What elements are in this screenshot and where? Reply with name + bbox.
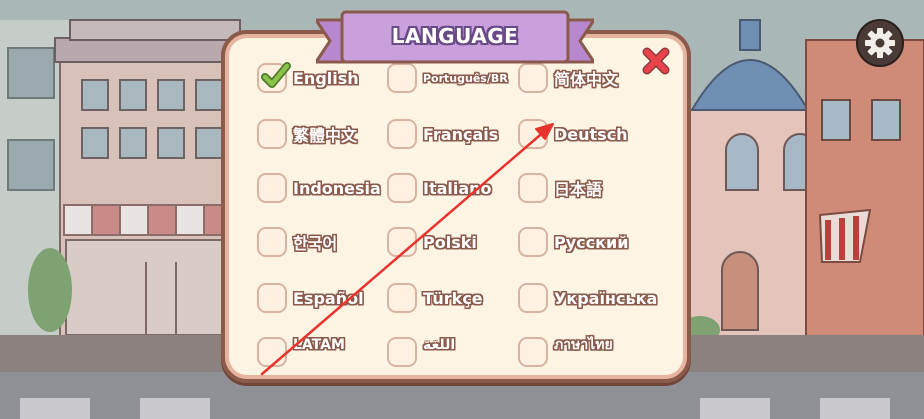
language-checkbox[interactable]	[518, 119, 548, 149]
language-option-indonesia[interactable]: Indonesia	[257, 171, 381, 205]
checkmark-icon	[261, 62, 291, 88]
language-option-latam[interactable]: LATAM	[257, 335, 345, 369]
language-checkbox[interactable]	[257, 173, 287, 203]
language-option-polski[interactable]: Polski	[387, 225, 477, 259]
language-option-japanese[interactable]: 日本語	[518, 171, 602, 205]
language-option-turkce[interactable]: Türkçe	[387, 281, 483, 315]
language-checkbox[interactable]	[257, 227, 287, 257]
language-label: ภาษาไทย	[554, 336, 613, 353]
language-label: English	[293, 68, 359, 88]
language-label: Italiano	[423, 178, 492, 198]
language-checkbox[interactable]	[387, 337, 417, 367]
language-label: Polski	[423, 232, 477, 252]
language-label: Português/BR	[423, 71, 508, 85]
language-checkbox[interactable]	[518, 337, 548, 367]
language-checkbox[interactable]	[518, 173, 548, 203]
language-checkbox[interactable]	[387, 227, 417, 257]
language-checkbox[interactable]	[518, 227, 548, 257]
language-option-thai[interactable]: ภาษาไทย	[518, 335, 613, 369]
language-checkbox[interactable]	[257, 283, 287, 313]
language-option-arabic[interactable]: اللغة	[387, 335, 455, 369]
language-option-espanol[interactable]: Español	[257, 281, 364, 315]
language-dialog: English Português/BR 简体中文 繁體中文 Français Deuts…	[221, 30, 691, 383]
language-checkbox[interactable]	[387, 283, 417, 313]
dialog-title: LANGUAGE	[391, 24, 519, 48]
language-checkbox[interactable]	[387, 119, 417, 149]
language-label: 日本語	[554, 180, 603, 199]
language-label: Indonesia	[293, 178, 381, 198]
language-option-francais[interactable]: Français	[387, 117, 498, 151]
language-label: 繁體中文	[293, 126, 358, 145]
language-option-italiano[interactable]: Italiano	[387, 171, 492, 205]
close-x-icon	[642, 47, 670, 75]
language-label: 한국어	[293, 234, 338, 253]
title-banner: LANGUAGE	[316, 10, 594, 70]
language-option-ukrainian[interactable]: Українська	[518, 281, 657, 315]
settings-button[interactable]	[855, 18, 905, 68]
close-button[interactable]	[641, 46, 671, 76]
language-label: Deutsch	[554, 124, 628, 144]
language-label: Español	[293, 288, 364, 308]
language-label: Français	[423, 124, 499, 144]
language-checkbox[interactable]	[518, 283, 548, 313]
language-option-deutsch[interactable]: Deutsch	[518, 117, 628, 151]
language-option-russian[interactable]: Русский	[518, 225, 628, 259]
language-option-chinese-traditional[interactable]: 繁體中文	[257, 117, 357, 151]
language-label: Türkçe	[423, 288, 483, 308]
language-label: Русский	[554, 232, 629, 252]
language-checkbox[interactable]	[257, 62, 291, 93]
language-checkbox[interactable]	[387, 173, 417, 203]
language-label: اللغة	[423, 336, 456, 353]
language-label: Українська	[554, 288, 658, 308]
language-option-korean[interactable]: 한국어	[257, 225, 337, 259]
language-checkbox[interactable]	[257, 119, 287, 149]
language-checkbox[interactable]	[257, 337, 287, 367]
language-label: LATAM	[293, 336, 345, 353]
gear-icon	[856, 19, 904, 67]
